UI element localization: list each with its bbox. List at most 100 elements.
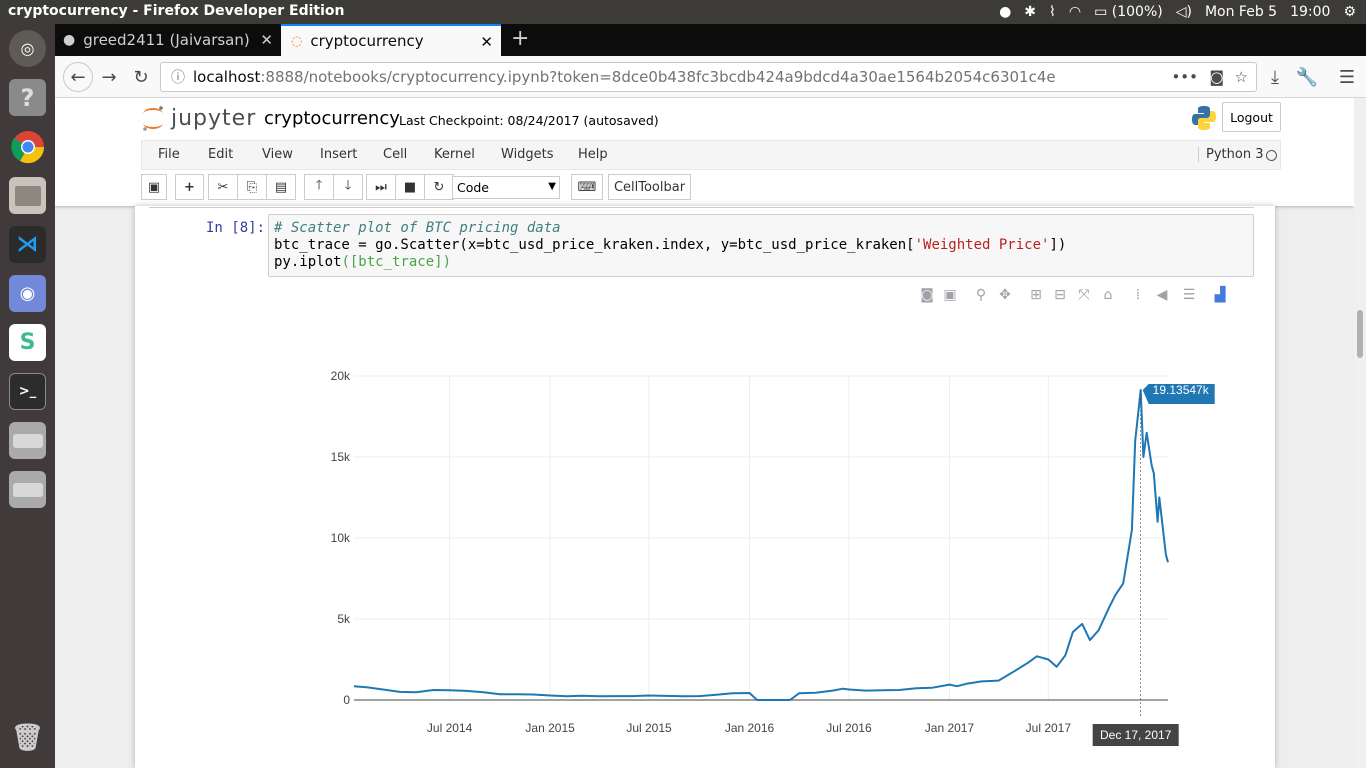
back-icon[interactable]: ← [63,62,93,92]
x-tick-label: Jul 2014 [427,721,473,735]
menu-help[interactable]: Help [578,147,608,162]
copy-button[interactable]: ⎘ [237,174,267,200]
y-tick-label: 5k [337,612,351,626]
jupyter-icon: ◌ [291,33,303,49]
btc-price-chart[interactable]: 0 5k 10k 15k 20k Jul 2014 Jan 2015 Jul 2015 Jan … [135,206,1275,768]
interrupt-button[interactable]: ■ [395,174,425,200]
chevron-down-icon: ▼ [548,181,556,192]
move-down-button[interactable]: 🡓 [333,174,363,200]
close-tab-icon[interactable]: ✕ [260,31,273,49]
dropbox-icon[interactable]: ● [999,4,1011,20]
reload-icon[interactable]: ↻ [129,65,153,89]
python-logo-icon [1192,106,1216,130]
menu-widgets[interactable]: Widgets [501,147,554,162]
github-icon: ● [63,32,76,48]
x-tick-label: Jan 2017 [925,721,975,735]
url-bar[interactable]: ⓘ localhost:8888/notebooks/cryptocurrenc… [160,62,1257,92]
downloads-icon[interactable]: ⤓ [1263,65,1287,89]
os-top-bar: cryptocurrency - Firefox Developer Editi… [0,0,1366,24]
date-label[interactable]: Mon Feb 5 [1205,4,1277,20]
hamburger-menu-icon[interactable]: ☰ [1335,65,1359,89]
unity-launcher: ◎ ? ⋊ ◉ S >_ 🗑 [0,24,55,768]
clock-label[interactable]: 19:00 [1290,4,1330,20]
hover-value-label: 19.13547k [1153,383,1210,397]
command-palette-button[interactable]: ⌨ [571,174,603,200]
stop-icon: ■ [403,179,417,195]
chrome-icon[interactable] [9,128,46,165]
arrow-up-icon: 🡑 [315,178,323,193]
x-tick-label: Jul 2016 [826,721,872,735]
system-gear-icon[interactable]: ⚙ [1343,4,1356,20]
wifi-icon[interactable]: ◠ [1069,4,1081,20]
insert-cell-button[interactable]: + [175,174,204,200]
menu-edit[interactable]: Edit [208,147,233,162]
checkpoint-status: Last Checkpoint: 08/24/2017 (autosaved) [399,113,659,128]
tab-cryptocurrency[interactable]: ◌ cryptocurrency ✕ [281,24,501,56]
notebook-menubar: File Edit View Insert Cell Kernel Widget… [141,140,1281,170]
slack-icon[interactable]: S [9,324,46,361]
save-button[interactable]: ▣ [141,174,167,200]
window-title: cryptocurrency - Firefox Developer Editi… [8,3,345,19]
menu-cell[interactable]: Cell [383,147,407,162]
tab-label: cryptocurrency [310,32,424,50]
menu-kernel[interactable]: Kernel [434,147,475,162]
scissors-icon: ✂ [217,179,229,195]
battery-indicator[interactable]: ▭ (100%) [1094,4,1163,20]
x-tick-label: Jul 2015 [626,721,672,735]
drive-icon-2[interactable] [9,471,46,508]
volume-icon[interactable]: ◁) [1176,4,1192,20]
step-forward-icon: ⏭ [375,179,387,195]
help-icon[interactable]: ? [9,79,46,116]
keyboard-icon: ⌨ [577,179,597,195]
notebook-name[interactable]: cryptocurrency [264,108,400,129]
info-icon[interactable]: ⓘ [171,67,185,87]
terminal-icon[interactable]: >_ [9,373,46,410]
paste-button[interactable]: ▤ [266,174,296,200]
restart-button[interactable]: ↻ [424,174,454,200]
kernel-name: Python 3 [1198,147,1263,162]
hover-date-label: Dec 17, 2017 [1100,728,1172,742]
notebook-container: In [8]: # Scatter plot of BTC pricing da… [135,206,1275,768]
cut-button[interactable]: ✂ [208,174,238,200]
page-scrollbar[interactable] [1354,98,1366,768]
trash-icon[interactable]: 🗑 [9,719,46,756]
battery-percent: (100%) [1111,4,1163,20]
bookmark-star-icon[interactable]: ☆ [1235,68,1248,86]
celltoolbar-button[interactable]: CellToolbar [608,174,691,200]
browser-tab-bar: ● greed2411 (Jaivarsan) ✕ ◌ cryptocurren… [55,24,1366,56]
pocket-icon[interactable]: ◙ [1209,68,1224,86]
jupyter-logo[interactable]: jupyter [141,104,256,132]
close-tab-icon[interactable]: ✕ [480,33,493,51]
run-button[interactable]: ⏭ [366,174,396,200]
vscode-icon[interactable]: ⋊ [9,226,46,263]
menu-file[interactable]: File [158,147,180,162]
scrollbar-thumb[interactable] [1357,310,1363,358]
y-tick-label: 10k [331,531,351,545]
menu-insert[interactable]: Insert [320,147,357,162]
btc-price-line [353,389,1169,701]
y-tick-label: 0 [343,693,350,707]
x-tick-label: Jul 2017 [1026,721,1072,735]
jupyter-logo-text: jupyter [171,105,257,131]
url-path: :8888/notebooks/cryptocurrency.ipynb?tok… [260,68,1056,86]
discord-icon[interactable]: ◉ [9,275,46,312]
paperclip-icon[interactable]: ⌇ [1049,4,1056,20]
new-tab-icon[interactable]: + [511,26,529,51]
y-tick-label: 15k [331,450,351,464]
copy-icon: ⎘ [246,179,258,195]
battery-icon: ▭ [1094,4,1108,20]
menu-view[interactable]: View [262,147,293,162]
file-manager-icon[interactable] [9,177,46,214]
drive-icon[interactable] [9,422,46,459]
page-actions-icon[interactable]: ••• [1171,68,1198,86]
forward-icon[interactable]: → [97,65,121,89]
move-up-button[interactable]: 🡑 [304,174,334,200]
ubuntu-dash-icon[interactable]: ◎ [9,30,46,67]
kernel-status-icon [1266,150,1277,161]
logout-button[interactable]: Logout [1222,102,1281,132]
devtools-wrench-icon[interactable]: 🔧 [1295,65,1319,89]
tab-github[interactable]: ● greed2411 (Jaivarsan) ✕ [55,24,281,56]
cell-type-select[interactable]: Code ▼ [452,176,560,199]
settings-alert-icon[interactable]: ✱ [1024,4,1036,20]
system-tray: ● ✱ ⌇ ◠ ▭ (100%) ◁) Mon Feb 5 19:00 ⚙ [999,0,1366,24]
